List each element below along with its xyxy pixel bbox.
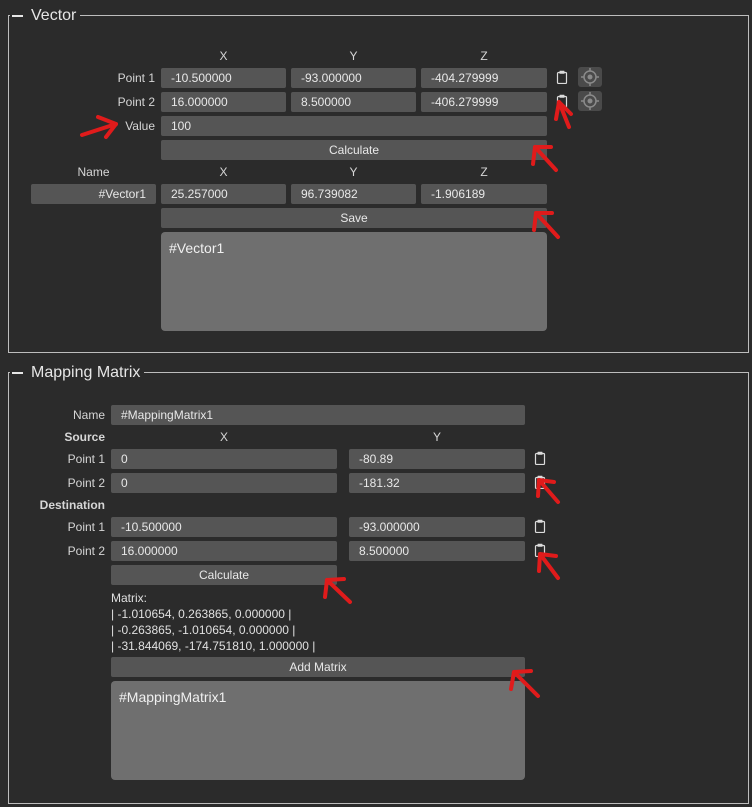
destination-point2-label: Point 2 bbox=[67, 544, 105, 558]
column-header-z: Z bbox=[480, 49, 488, 63]
result-name-field[interactable]: #Vector1 bbox=[31, 184, 156, 204]
result-z-field[interactable]: -1.906189 bbox=[421, 184, 547, 204]
add-matrix-button[interactable]: Add Matrix bbox=[111, 657, 525, 677]
result-header-z: Z bbox=[480, 165, 488, 179]
matrix-row: | -1.010654, 0.263865, 0.000000 | bbox=[111, 607, 292, 621]
point2-x-field[interactable]: 16.000000 bbox=[161, 92, 286, 112]
pick-point2-button[interactable] bbox=[578, 91, 602, 111]
source-point2-label: Point 2 bbox=[67, 476, 105, 490]
vector-panel-title: Vector bbox=[31, 7, 77, 24]
clipboard-icon[interactable] bbox=[556, 94, 568, 108]
clipboard-icon[interactable] bbox=[556, 70, 568, 84]
source-point1-label: Point 1 bbox=[67, 452, 105, 466]
vector-calculate-button[interactable]: Calculate bbox=[161, 140, 547, 160]
pick-point1-button[interactable] bbox=[578, 67, 602, 87]
destination-point1-y-field[interactable]: -93.000000 bbox=[349, 517, 525, 537]
point1-z-field[interactable]: -404.279999 bbox=[421, 68, 547, 88]
crosshair-icon bbox=[581, 68, 599, 86]
name-column-header: Name bbox=[77, 165, 110, 179]
clipboard-icon[interactable] bbox=[534, 451, 546, 465]
vector-panel-header[interactable]: Vector bbox=[10, 5, 81, 27]
value-label: Value bbox=[125, 119, 155, 133]
result-x-field[interactable]: 25.257000 bbox=[161, 184, 286, 204]
collapse-icon[interactable] bbox=[12, 15, 23, 17]
mapping-name-field[interactable]: #MappingMatrix1 bbox=[111, 405, 525, 425]
source-point2-x-field[interactable]: 0 bbox=[111, 473, 337, 493]
mapping-name-label: Name bbox=[72, 408, 105, 422]
column-header-x: X bbox=[219, 49, 228, 63]
source-point1-x-field[interactable]: 0 bbox=[111, 449, 337, 469]
mapping-notes-textarea[interactable]: #MappingMatrix1 bbox=[111, 681, 525, 780]
destination-point2-x-field[interactable]: 16.000000 bbox=[111, 541, 337, 561]
clipboard-icon[interactable] bbox=[534, 475, 546, 489]
destination-point2-y-field[interactable]: 8.500000 bbox=[349, 541, 525, 561]
vector-save-button[interactable]: Save bbox=[161, 208, 547, 228]
point1-y-field[interactable]: -93.000000 bbox=[291, 68, 416, 88]
clipboard-icon[interactable] bbox=[534, 543, 546, 557]
result-header-y: Y bbox=[349, 165, 358, 179]
source-heading: Source bbox=[64, 430, 105, 444]
matrix-label: Matrix: bbox=[111, 591, 147, 605]
result-header-x: X bbox=[219, 165, 228, 179]
result-y-field[interactable]: 96.739082 bbox=[291, 184, 416, 204]
point2-z-field[interactable]: -406.279999 bbox=[421, 92, 547, 112]
mapping-matrix-panel-header[interactable]: Mapping Matrix bbox=[10, 362, 145, 384]
vector-notes-textarea[interactable]: #Vector1 bbox=[161, 232, 547, 331]
point1-x-field[interactable]: -10.500000 bbox=[161, 68, 286, 88]
matrix-row: | -31.844069, -174.751810, 1.000000 | bbox=[111, 639, 316, 653]
point2-label: Point 2 bbox=[117, 95, 155, 109]
destination-point1-x-field[interactable]: -10.500000 bbox=[111, 517, 337, 537]
value-field[interactable]: 100 bbox=[161, 116, 547, 136]
source-point2-y-field[interactable]: -181.32 bbox=[349, 473, 525, 493]
mapping-column-header-y: Y bbox=[432, 430, 441, 444]
mapping-column-header-x: X bbox=[219, 430, 228, 444]
point2-y-field[interactable]: 8.500000 bbox=[291, 92, 416, 112]
mapping-matrix-panel-title: Mapping Matrix bbox=[31, 364, 141, 381]
mapping-calculate-button[interactable]: Calculate bbox=[111, 565, 337, 585]
source-point1-y-field[interactable]: -80.89 bbox=[349, 449, 525, 469]
crosshair-icon bbox=[581, 92, 599, 110]
destination-point1-label: Point 1 bbox=[67, 520, 105, 534]
destination-heading: Destination bbox=[39, 498, 105, 512]
point1-label: Point 1 bbox=[117, 71, 155, 85]
clipboard-icon[interactable] bbox=[534, 519, 546, 533]
column-header-y: Y bbox=[349, 49, 358, 63]
collapse-icon[interactable] bbox=[12, 372, 23, 374]
matrix-row: | -0.263865, -1.010654, 0.000000 | bbox=[111, 623, 296, 637]
